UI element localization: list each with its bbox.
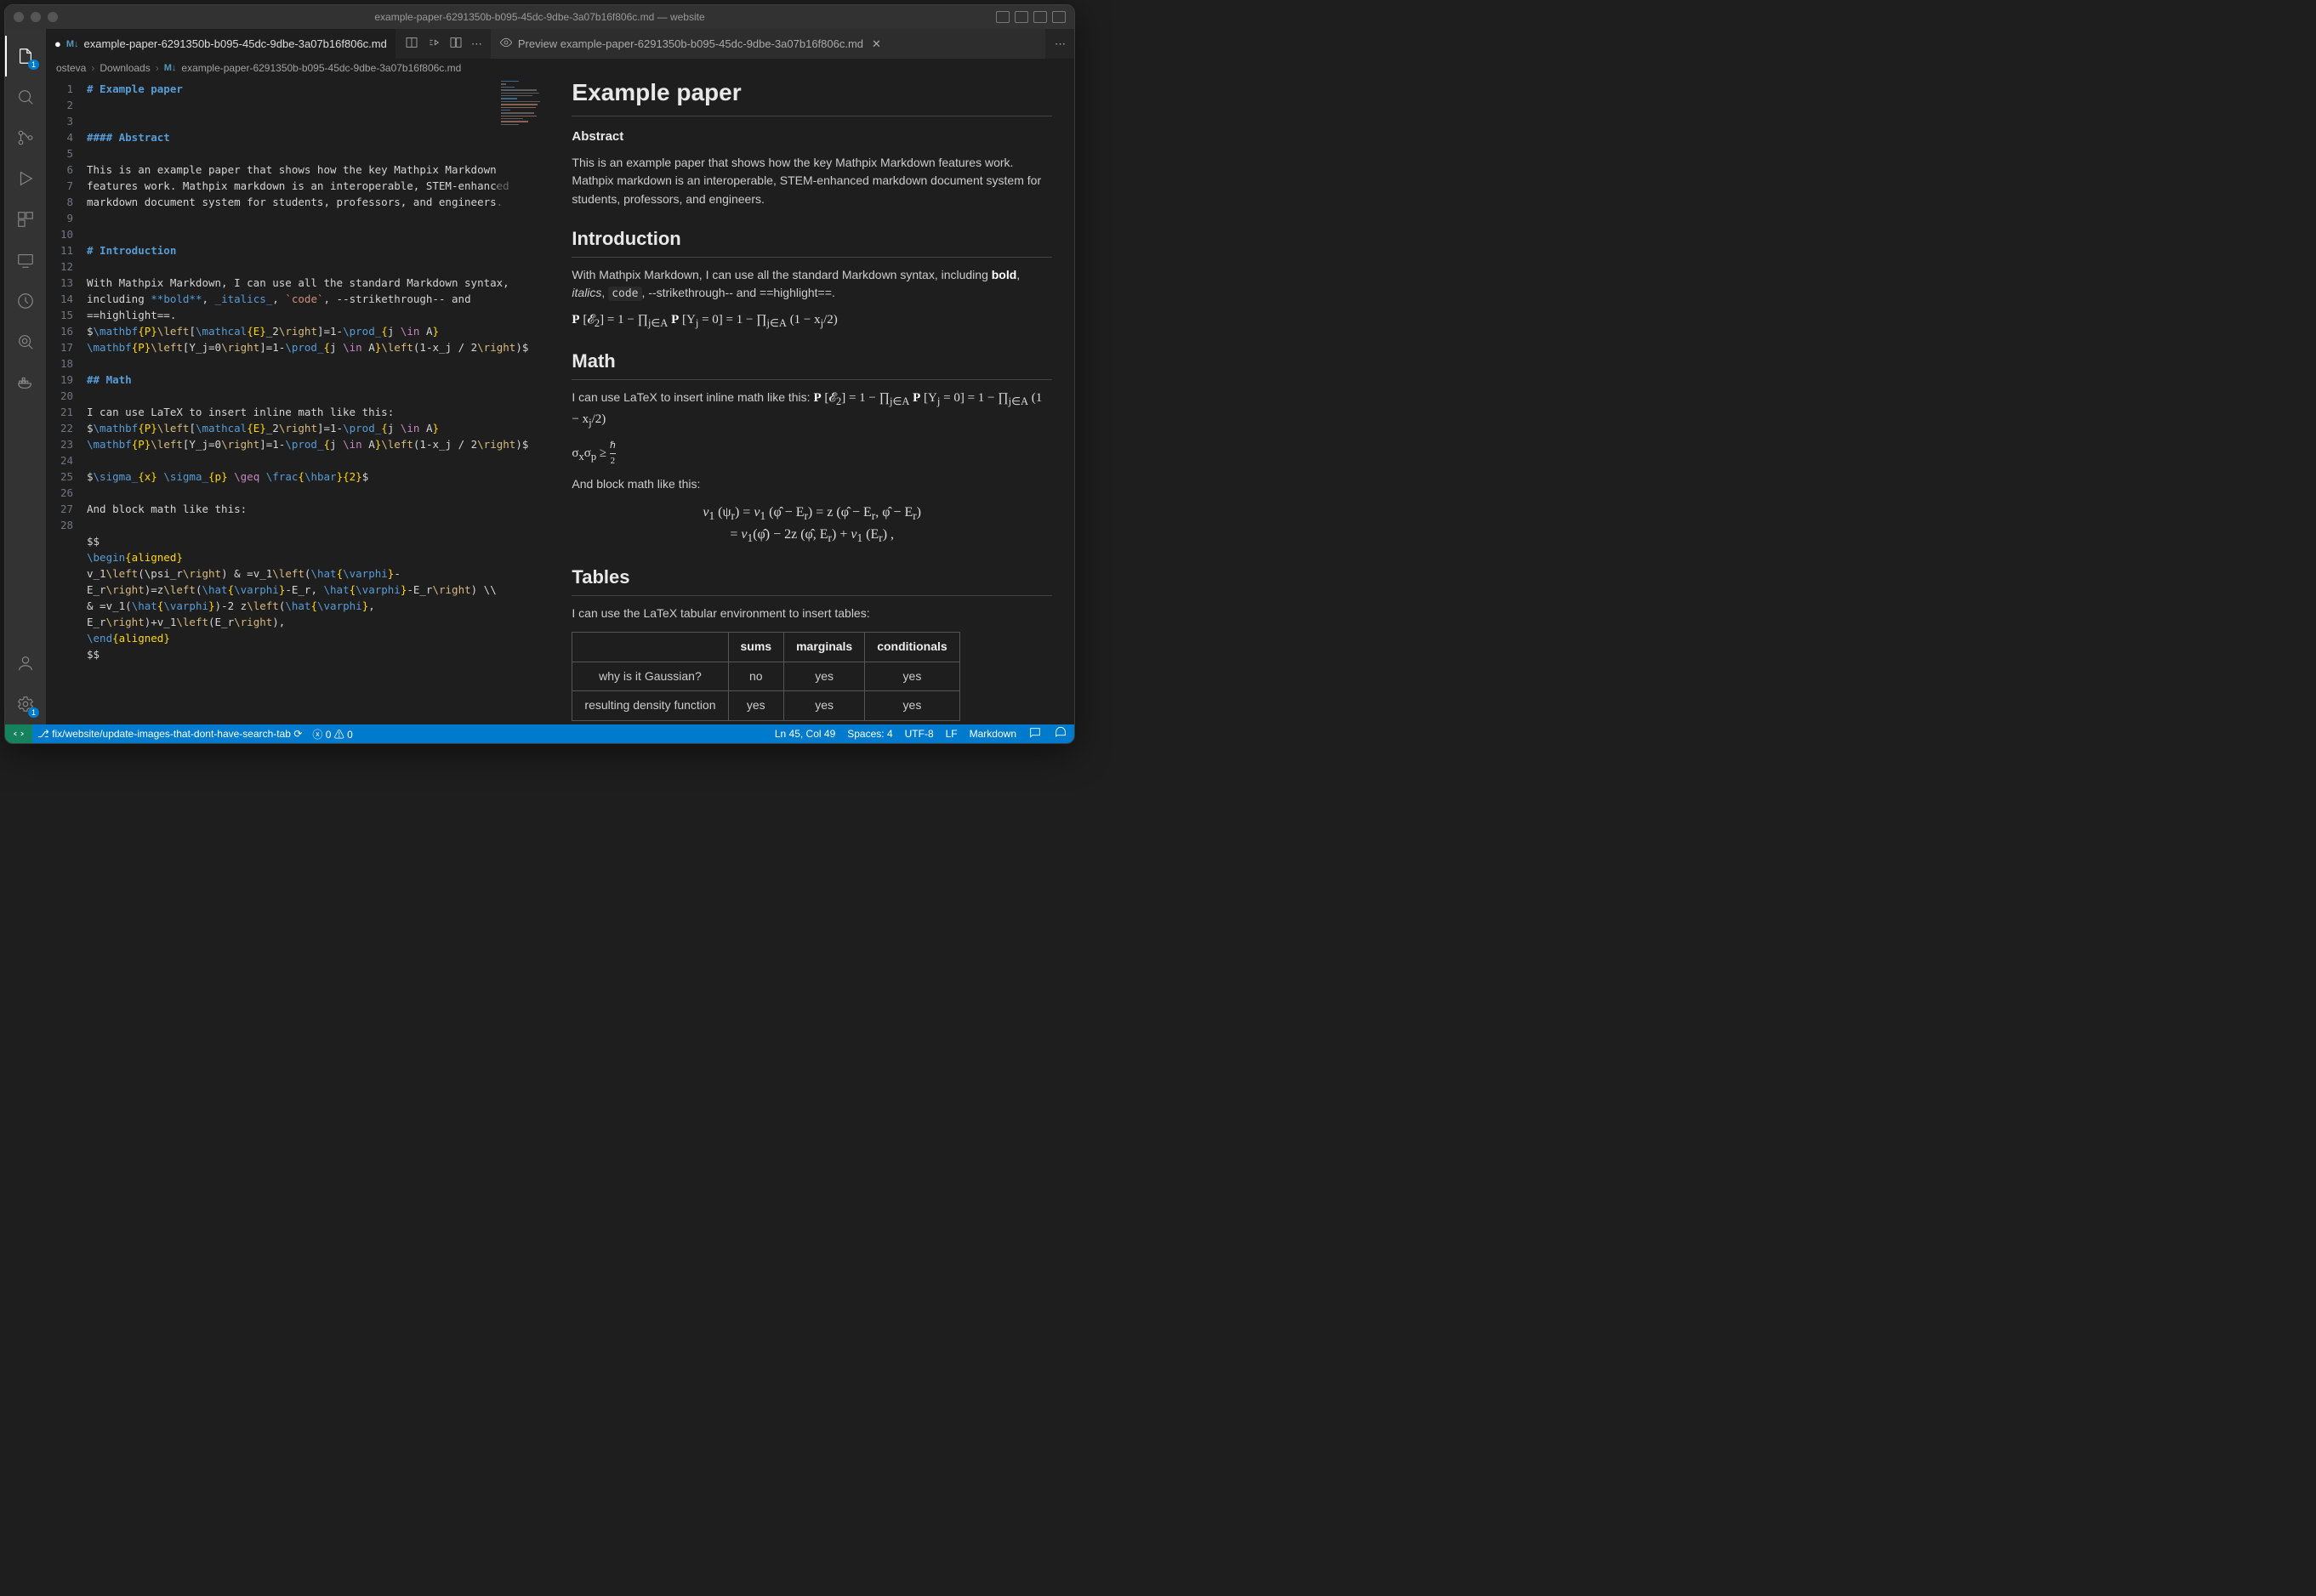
extensions-icon[interactable] [5,199,46,240]
search-icon[interactable] [5,77,46,117]
markdown-file-icon: M↓ [66,39,79,49]
editor-actions: ⋯ [396,29,491,59]
cursor-position[interactable]: Ln 45, Col 49 [775,728,835,740]
layout-controls [996,11,1066,23]
run-cell-icon[interactable] [427,36,441,52]
line-gutter: 1234567891011121314151617181920212223242… [46,77,82,724]
tab-label: Preview example-paper-6291350b-b095-45dc… [518,37,863,50]
preview-table: sumsmarginalsconditionalswhy is it Gauss… [572,632,959,721]
encoding[interactable]: UTF-8 [905,728,934,740]
split-editor-icon[interactable] [449,36,463,52]
source-control-icon[interactable] [5,117,46,158]
lens-icon[interactable] [5,321,46,362]
toggle-preview-icon[interactable] [405,36,418,52]
problems[interactable]: ⓧ 0 ⚠ 0 [312,727,352,741]
window-title: example-paper-6291350b-b095-45dc-9dbe-3a… [374,11,704,23]
minimap[interactable] [498,77,549,230]
minimize-traffic[interactable] [31,12,41,22]
settings-badge: 1 [28,707,39,718]
preview-tables-heading: Tables [572,563,1052,596]
breadcrumb-seg[interactable]: example-paper-6291350b-b095-45dc-9dbe-3a… [181,62,461,74]
toggle-sidebar-icon[interactable] [1015,11,1028,23]
toggle-secondary-icon[interactable] [1033,11,1047,23]
customize-layout-icon[interactable] [1052,11,1066,23]
zoom-traffic[interactable] [48,12,58,22]
preview-sigma: σxσp ≥ ℏ2 [572,439,1052,469]
tab-preview[interactable]: Preview example-paper-6291350b-b095-45dc… [491,29,1046,59]
breadcrumb-seg[interactable]: osteva [56,62,86,74]
code-content[interactable]: # Example paper #### Abstract This is an… [82,77,549,724]
git-branch[interactable]: ⎇ fix/website/update-images-that-dont-ha… [37,728,302,740]
notifications-icon[interactable] [1054,726,1067,742]
preview-math-inline: P [𝓔2] = 1 − ∏j∈A P [Yj = 0] = 1 − ∏j∈A … [572,310,1052,332]
preview-math-heading: Math [572,347,1052,380]
status-bar: ⎇ fix/website/update-images-that-dont-ha… [5,724,1074,743]
markdown-file-icon: M↓ [164,63,177,73]
testing-icon[interactable] [5,281,46,321]
preview-abstract-text: This is an example paper that shows how … [572,154,1052,209]
preview-intro-text: With Mathpix Markdown, I can use all the… [572,266,1052,304]
more-actions-icon[interactable]: ⋯ [471,37,482,51]
settings-gear-icon[interactable]: 1 [5,684,46,724]
chevron-right-icon: › [91,62,94,74]
close-traffic[interactable] [14,12,24,22]
feedback-icon[interactable] [1028,726,1042,742]
breadcrumb[interactable]: osteva › Downloads › M↓ example-paper-62… [46,59,549,77]
window-controls [14,12,58,22]
code-editor[interactable]: 1234567891011121314151617181920212223242… [46,77,549,724]
dirty-indicator-icon: ● [54,37,61,50]
close-icon[interactable]: ✕ [868,37,881,51]
preview-h1: Example paper [572,74,1052,116]
preview-eye-icon [499,36,513,52]
remote-explorer-icon[interactable] [5,240,46,281]
explorer-badge: 1 [28,60,39,70]
tab-editor[interactable]: ● M↓ example-paper-6291350b-b095-45dc-9d… [46,29,396,59]
chevron-right-icon: › [156,62,159,74]
explorer-icon[interactable]: 1 [5,36,46,77]
eol[interactable]: LF [946,728,958,740]
tab-label: example-paper-6291350b-b095-45dc-9dbe-3a… [84,37,387,50]
preview-intro-heading: Introduction [572,224,1052,258]
editor-pane: osteva › Downloads › M↓ example-paper-62… [46,59,549,724]
activity-bar: 1 [5,29,46,724]
preview-actions: ⋯ [1046,29,1074,59]
vscode-window: example-paper-6291350b-b095-45dc-9dbe-3a… [4,4,1075,744]
indentation[interactable]: Spaces: 4 [847,728,892,740]
remote-indicator[interactable] [5,724,32,743]
titlebar: example-paper-6291350b-b095-45dc-9dbe-3a… [5,5,1074,29]
preview-abstract-heading: Abstract [572,127,1052,146]
preview-block-math: v1 (ψr) = v1 (φ̂ − Er) = z (φ̂ − Er, φ̂ … [572,503,1052,548]
run-debug-icon[interactable] [5,158,46,199]
tab-strip: ● M↓ example-paper-6291350b-b095-45dc-9d… [46,29,1074,59]
preview-math-text: I can use LaTeX to insert inline math li… [572,389,1052,432]
language-mode[interactable]: Markdown [970,728,1016,740]
preview-block-text: And block math like this: [572,475,1052,494]
breadcrumb-seg[interactable]: Downloads [100,62,150,74]
accounts-icon[interactable] [5,643,46,684]
preview-tables-text: I can use the LaTeX tabular environment … [572,605,1052,623]
markdown-preview[interactable]: Example paper Abstract This is an exampl… [549,59,1074,724]
toggle-panel-icon[interactable] [996,11,1010,23]
more-actions-icon[interactable]: ⋯ [1055,37,1066,51]
preview-pane: Example paper Abstract This is an exampl… [549,59,1074,724]
docker-icon[interactable] [5,362,46,403]
